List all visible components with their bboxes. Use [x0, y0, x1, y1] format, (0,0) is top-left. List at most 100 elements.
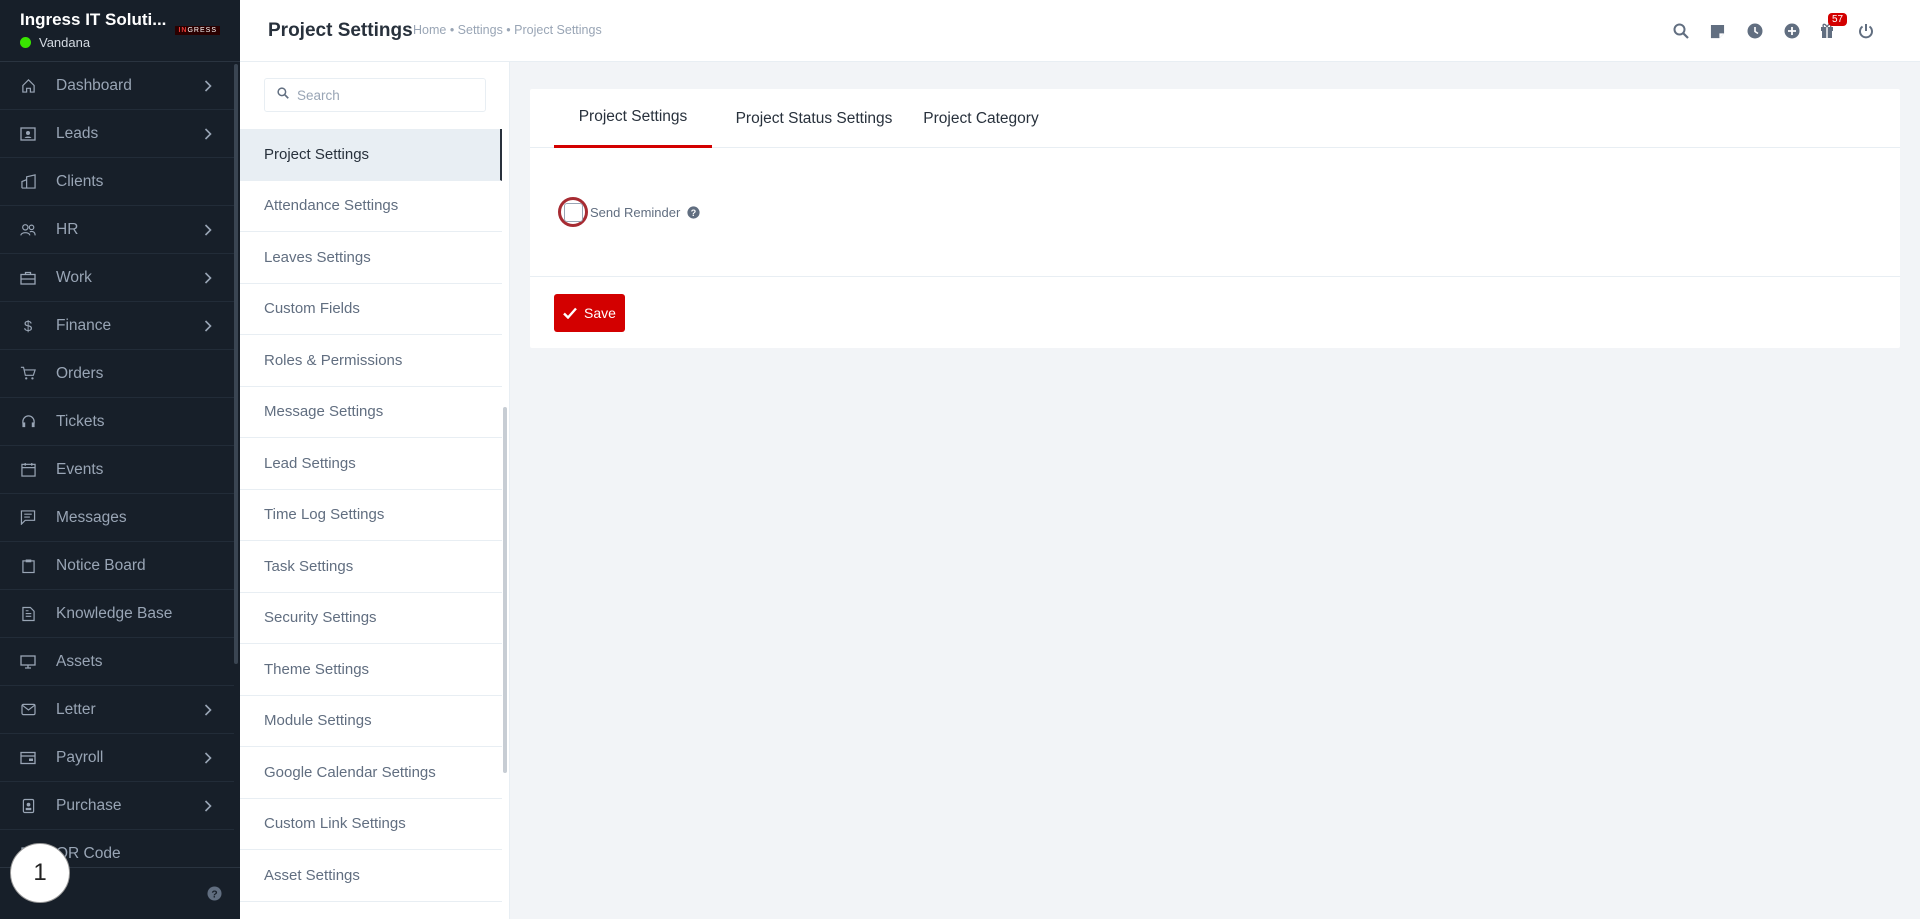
svg-text:?: ? — [691, 207, 696, 217]
sidebar-item-label: Finance — [56, 316, 112, 334]
settings-menu-item-custom-fields[interactable]: Custom Fields — [240, 284, 502, 335]
settings-menu-scrollbar[interactable] — [503, 407, 507, 773]
settings-menu: Project SettingsAttendance SettingsLeave… — [240, 62, 510, 919]
send-reminder-row: Send Reminder ? — [558, 197, 700, 227]
chevron-right-icon — [204, 223, 212, 241]
sidebar-item-assets[interactable]: Assets — [0, 638, 234, 686]
settings-menu-list: Project Settings Attendance Settings Leave… — [240, 129, 502, 902]
sidebar-item-orders[interactable]: Orders — [0, 350, 234, 398]
house-icon — [20, 78, 36, 94]
add-circle-icon[interactable] — [1773, 19, 1810, 43]
sidebar-item-label: Assets — [56, 652, 103, 670]
sidebar-item-label: Letter — [56, 700, 96, 718]
online-status-dot — [20, 37, 31, 48]
search-icon — [277, 86, 289, 104]
id-card-icon — [20, 126, 36, 142]
send-reminder-checkbox[interactable] — [563, 202, 583, 222]
tab-project-category[interactable]: Project Category — [916, 89, 1046, 148]
sidebar-item-clients[interactable]: Clients — [0, 158, 234, 206]
settings-menu-item-module-settings[interactable]: Module Settings — [240, 696, 502, 747]
chevron-right-icon — [204, 703, 212, 721]
sidebar-item-letter[interactable]: Letter — [0, 686, 234, 734]
svg-text:?: ? — [211, 889, 217, 900]
headset-icon — [20, 414, 36, 430]
settings-menu-item-google-calendar-settings[interactable]: Google Calendar Settings — [240, 747, 502, 799]
clipboard-icon — [20, 558, 36, 574]
notifications-icon[interactable]: 57 — [1810, 13, 1848, 43]
sidebar-item-label: Events — [56, 460, 104, 478]
send-reminder-focus-ring[interactable] — [558, 197, 588, 227]
step-indicator: 1 — [10, 843, 70, 903]
dollar-icon: $ — [20, 318, 36, 334]
check-icon — [563, 307, 577, 319]
settings-search-box[interactable] — [264, 78, 486, 112]
sidebar-item-finance[interactable]: $ Finance — [0, 302, 234, 350]
question-circle-icon[interactable]: ? — [687, 205, 700, 219]
sidebar-item-label: Purchase — [56, 796, 122, 814]
settings-menu-item-task-settings[interactable]: Task Settings — [240, 541, 502, 593]
sidebar-item-leads[interactable]: Leads — [0, 110, 234, 158]
sidebar-item-label: Messages — [56, 508, 127, 526]
document-icon — [20, 606, 36, 622]
page-title: Project Settings — [268, 20, 413, 41]
sidebar-item-label: Work — [56, 268, 92, 286]
settings-menu-item-message-settings[interactable]: Message Settings — [240, 387, 502, 438]
sticky-note-icon[interactable] — [1699, 19, 1736, 43]
save-button[interactable]: Save — [554, 294, 625, 332]
sidebar-item-notice-board[interactable]: Notice Board — [0, 542, 234, 590]
wallet-icon — [20, 750, 36, 766]
chevron-right-icon — [204, 751, 212, 769]
envelope-icon — [20, 702, 36, 718]
sidebar-item-label: Leads — [56, 124, 99, 142]
send-reminder-label[interactable]: Send Reminder — [590, 205, 680, 220]
sidebar-item-dashboard[interactable]: Dashboard — [0, 62, 234, 110]
sidebar-item-label: Clients — [56, 172, 104, 190]
clock-icon[interactable] — [1736, 19, 1773, 43]
tab-project-status-settings[interactable]: Project Status Settings — [728, 89, 900, 148]
settings-menu-item-attendance-settings[interactable]: Attendance Settings — [240, 181, 502, 232]
power-icon[interactable] — [1847, 19, 1884, 43]
chevron-right-icon — [204, 79, 212, 97]
sidebar-item-label: Payroll — [56, 748, 104, 766]
chevron-right-icon — [204, 319, 212, 337]
help-icon[interactable]: ? — [207, 886, 222, 906]
settings-menu-item-security-settings[interactable]: Security Settings — [240, 593, 502, 644]
card-divider — [530, 276, 1900, 277]
user-name: Vandana — [39, 35, 91, 50]
current-user: Vandana — [20, 35, 220, 50]
sidebar-item-label: Knowledge Base — [56, 604, 173, 622]
sidebar-scrollbar[interactable] — [234, 64, 238, 664]
chat-icon — [20, 510, 36, 526]
settings-menu-item-lead-settings[interactable]: Lead Settings — [240, 438, 502, 490]
top-header: Project Settings Home • Settings • Proje… — [240, 0, 1920, 62]
tab-project-settings[interactable]: Project Settings — [554, 89, 712, 148]
sidebar: Ingress IT Soluti... Vandana INGRESS Das… — [0, 0, 240, 919]
settings-menu-item-project-settings[interactable]: Project Settings — [240, 129, 502, 181]
sidebar-item-events[interactable]: Events — [0, 446, 234, 494]
settings-menu-item-asset-settings[interactable]: Asset Settings — [240, 850, 502, 902]
sidebar-item-label: Tickets — [56, 412, 105, 430]
sidebar-item-messages[interactable]: Messages — [0, 494, 234, 542]
settings-menu-item-theme-settings[interactable]: Theme Settings — [240, 644, 502, 696]
settings-menu-item-time-log-settings[interactable]: Time Log Settings — [240, 490, 502, 541]
settings-tabs: Project Settings Project Status Settings… — [530, 89, 1900, 148]
sidebar-item-hr[interactable]: HR — [0, 206, 234, 254]
brand-header[interactable]: Ingress IT Soluti... Vandana INGRESS — [0, 0, 240, 62]
search-icon[interactable] — [1662, 19, 1699, 43]
save-button-label: Save — [584, 305, 616, 321]
settings-menu-item-custom-link-settings[interactable]: Custom Link Settings — [240, 799, 502, 850]
settings-search-input[interactable] — [297, 87, 467, 103]
sidebar-item-payroll[interactable]: Payroll — [0, 734, 234, 782]
chevron-right-icon — [204, 799, 212, 817]
sidebar-item-purchase[interactable]: Purchase — [0, 782, 234, 830]
cart-icon — [20, 366, 36, 382]
settings-menu-item-leaves-settings[interactable]: Leaves Settings — [240, 232, 502, 284]
settings-menu-item-roles-permissions[interactable]: Roles & Permissions — [240, 335, 502, 387]
sidebar-nav: Dashboard Leads Clients HR Work $ Finance Order… — [0, 62, 234, 867]
chevron-right-icon — [204, 271, 212, 289]
breadcrumb: Home • Settings • Project Settings — [413, 23, 602, 37]
sidebar-item-knowledge-base[interactable]: Knowledge Base — [0, 590, 234, 638]
sidebar-item-work[interactable]: Work — [0, 254, 234, 302]
sidebar-item-tickets[interactable]: Tickets — [0, 398, 234, 446]
chevron-right-icon — [204, 127, 212, 145]
